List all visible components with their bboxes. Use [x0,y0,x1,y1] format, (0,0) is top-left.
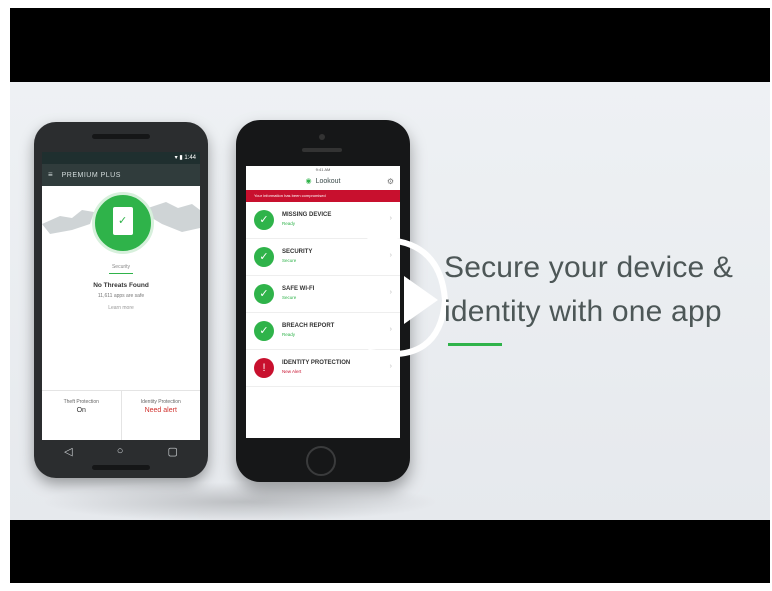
app-bar-title: PREMIUM PLUS [61,172,121,179]
item-status: Ready [282,332,296,337]
android-bottom-panel: Theft Protection On Identity Protection … [42,390,200,440]
phone-speaker [92,134,150,139]
iphone: 9:41 AM ◉ Lookout ⚙ Your information has… [236,120,410,482]
item-title: SAFE WI-FI [282,286,315,292]
security-status-circle[interactable]: ✓ [92,192,154,254]
menu-icon[interactable]: ≡ [48,164,53,186]
app-header: ◉ Lookout ⚙ [246,174,400,190]
chevron-right-icon: › [389,252,392,259]
item-title: SECURITY [282,249,313,255]
home-button[interactable] [306,446,336,476]
status-main: No Threats Found [93,282,149,289]
check-icon: ✓ [254,284,274,304]
feature-list: ✓ MISSING DEVICE Ready › ✓ SECURITY Secu… [246,202,400,387]
item-title: IDENTITY PROTECTION [282,360,351,366]
floor-shadow [40,482,440,520]
earpiece [302,148,342,152]
chevron-right-icon: › [389,326,392,333]
android-nav-bar: ◁ ○ ▢ [42,440,200,462]
gear-icon[interactable]: ⚙ [387,174,394,190]
headline-line-2: identity with one app [444,295,722,328]
camera-icon [319,134,325,140]
list-item[interactable]: ✓ BREACH REPORT Ready › [246,313,400,350]
learn-more-link[interactable]: Learn more [42,305,200,311]
android-status-bar: ▾ ▮ 1:44 [42,152,200,164]
device-check-icon: ✓ [113,207,133,235]
list-item[interactable]: ✓ SECURITY Secure › [246,239,400,276]
item-status: Secure [282,258,297,263]
phone-speaker-bottom [92,465,150,470]
item-status: Ready [282,221,296,226]
item-title: BREACH REPORT [282,323,335,329]
security-hero: ✓ [42,186,200,254]
headline: Secure your device & identity with one a… [444,246,764,334]
security-label: Security [111,264,131,270]
theft-protection-cell[interactable]: Theft Protection On [42,391,121,440]
headline-underline [448,343,502,346]
iphone-status-bar: 9:41 AM [315,167,331,172]
alert-banner-text: Your information has been compromised [254,193,326,198]
home-icon[interactable]: ○ [117,445,124,457]
check-icon: ✓ [254,247,274,267]
list-item[interactable]: ! IDENTITY PROTECTION New Alert › [246,350,400,387]
list-item[interactable]: ✓ MISSING DEVICE Ready › [246,202,400,239]
back-icon[interactable]: ◁ [64,445,72,458]
item-status: Secure [282,295,297,300]
android-app-bar: ≡ PREMIUM PLUS [42,164,200,186]
check-icon: ✓ [254,321,274,341]
iphone-screen: 9:41 AM ◉ Lookout ⚙ Your information has… [246,166,400,438]
divider [109,273,133,274]
cell-label: Theft Protection [63,399,99,405]
lookout-logo-icon: ◉ [305,178,312,185]
app-title: Lookout [315,178,341,185]
chevron-right-icon: › [389,363,392,370]
android-screen: ▾ ▮ 1:44 ≡ PREMIUM PLUS ✓ Security No Th… [42,152,200,440]
list-item[interactable]: ✓ SAFE WI-FI Secure › [246,276,400,313]
status-sub: 11,611 apps are safe [97,293,145,299]
alert-banner[interactable]: Your information has been compromised [246,190,400,202]
headline-line-1: Secure your device & [444,251,734,284]
item-title: MISSING DEVICE [282,212,332,218]
alert-icon: ! [254,358,274,378]
chevron-right-icon: › [389,215,392,222]
android-phone: ▾ ▮ 1:44 ≡ PREMIUM PLUS ✓ Security No Th… [34,122,208,478]
recents-icon[interactable]: ▢ [168,445,178,458]
cell-value: Need alert [144,407,177,414]
cell-value: On [76,407,86,414]
check-icon: ✓ [254,210,274,230]
chevron-right-icon: › [389,289,392,296]
item-status: New Alert [282,369,302,374]
identity-protection-cell[interactable]: Identity Protection Need alert [120,391,201,440]
cell-label: Identity Protection [140,399,181,405]
